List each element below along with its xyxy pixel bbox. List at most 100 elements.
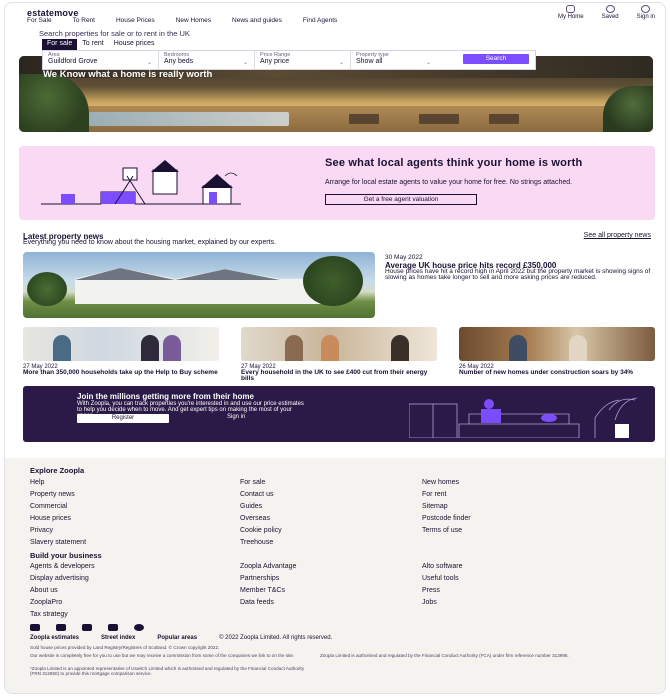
heart-icon	[605, 5, 615, 13]
tab-for-sale[interactable]: For sale	[42, 39, 78, 50]
hero-table	[489, 114, 519, 124]
bedrooms-value: Any beds	[164, 58, 194, 65]
footer-link[interactable]: Property news	[30, 491, 75, 498]
news-subheading: Everything you need to know about the ho…	[23, 239, 276, 246]
footer-link[interactable]: House prices	[30, 515, 71, 522]
footer-link[interactable]: Press	[422, 587, 440, 594]
user-nav: My Home Saved Sign in	[558, 5, 655, 20]
footer-link[interactable]: ZooplaPro	[30, 599, 62, 606]
footer-link[interactable]: Guides	[240, 503, 262, 510]
price-value: Any price	[260, 58, 290, 65]
tree	[303, 256, 363, 306]
footer-link[interactable]: Overseas	[240, 515, 270, 522]
street-index-link[interactable]: Street index	[101, 635, 135, 641]
feature-article-image[interactable]	[23, 252, 375, 318]
facebook-icon[interactable]	[30, 624, 40, 631]
youtube-icon[interactable]	[108, 624, 118, 631]
page: estatemove For Sale To Rent House Prices…	[4, 2, 666, 694]
price-select[interactable]: Price Range Any price ⌄	[255, 51, 351, 69]
hero-table	[419, 114, 459, 124]
property-type-select[interactable]: Property type Show all ⌄	[351, 51, 437, 69]
footer-link[interactable]: Privacy	[30, 527, 53, 534]
hero-plant	[603, 86, 653, 132]
footer-link[interactable]: Commercial	[30, 503, 67, 510]
footer-link[interactable]: Sitemap	[422, 503, 448, 510]
business-heading: Build your business	[30, 551, 102, 560]
person-figure	[285, 335, 303, 361]
popular-areas-link[interactable]: Popular areas	[157, 635, 197, 641]
legal-text: Our website is completely free for you t…	[30, 653, 295, 658]
person-figure	[321, 335, 339, 361]
register-button[interactable]: Register	[77, 414, 169, 423]
footer-link[interactable]: Agents & developers	[30, 563, 95, 570]
footer-link[interactable]: Member T&Cs	[240, 587, 285, 594]
footer-link[interactable]: Terms of use	[422, 527, 462, 534]
person-figure	[53, 335, 71, 361]
bedrooms-select[interactable]: Bedrooms Any beds ⌄	[159, 51, 255, 69]
news-card[interactable]: 27 May 2022 More than 350,000 households…	[23, 327, 219, 376]
valuation-subtitle: Arrange for local estate agents to value…	[325, 179, 573, 186]
person-figure	[163, 335, 181, 361]
footer-link[interactable]: Alto software	[422, 563, 462, 570]
roof-shape	[75, 268, 280, 280]
footer-link[interactable]: Postcode finder	[422, 515, 471, 522]
twitter-icon[interactable]	[56, 624, 66, 631]
zoopla-estimates-link[interactable]: Zoopla estimates	[30, 635, 79, 641]
search-tabs: For sale To rent House prices	[42, 39, 160, 50]
tab-to-rent[interactable]: To rent	[77, 39, 109, 50]
news-card[interactable]: 27 May 2022 Every household in the UK to…	[241, 327, 437, 382]
footer-link[interactable]: Treehouse	[240, 539, 273, 546]
site-header: estatemove For Sale To Rent House Prices…	[5, 3, 665, 27]
person-figure	[509, 335, 527, 361]
footer-link[interactable]: Partnerships	[240, 575, 279, 582]
footer-link[interactable]: Contact us	[240, 491, 273, 498]
area-field[interactable]: Area Guildford Grove ⌄	[43, 51, 159, 69]
legal-text: *Zoopla Limited is an appointed represen…	[30, 666, 304, 676]
chevron-down-icon: ⌄	[146, 60, 152, 66]
hero-pool	[89, 112, 289, 126]
footer-link[interactable]: Zoopla Advantage	[240, 563, 296, 570]
nav-news-guides[interactable]: News and guides	[232, 17, 282, 24]
footer-link[interactable]: Display advertising	[30, 575, 89, 582]
footer-link[interactable]: Data feeds	[240, 599, 274, 606]
sign-in-button[interactable]: Sign in	[227, 414, 245, 420]
property-type-value: Show all	[356, 58, 383, 65]
tab-house-prices[interactable]: House prices	[108, 39, 160, 50]
footer-link[interactable]: Useful tools	[422, 575, 459, 582]
nav-to-rent[interactable]: To Rent	[73, 17, 95, 24]
news-card[interactable]: 26 May 2022 Number of new homes under co…	[459, 327, 655, 376]
person-figure	[141, 335, 159, 361]
sign-in-link[interactable]: Sign in	[637, 5, 655, 20]
my-home-label: My Home	[557, 14, 584, 20]
nav-house-prices[interactable]: House Prices	[116, 17, 155, 24]
linkedin-icon[interactable]	[82, 624, 92, 631]
footer-link[interactable]: Cookie policy	[240, 527, 282, 534]
news-card-title: More than 350,000 households take up the…	[23, 369, 218, 376]
nav-new-homes[interactable]: New Homes	[176, 17, 211, 24]
search-button[interactable]: Search	[463, 54, 529, 64]
feature-date: 30 May 2022	[385, 254, 423, 261]
footer-link[interactable]: About us	[30, 587, 58, 594]
home-icon	[566, 5, 576, 13]
nav-find-agents[interactable]: Find Agents	[303, 17, 337, 24]
site-footer: Explore Zoopla Help Property news Commer…	[5, 458, 665, 693]
footer-link[interactable]: Help	[30, 479, 44, 486]
instagram-icon[interactable]	[134, 624, 144, 631]
copyright: © 2022 Zoopla Limited. All rights reserv…	[219, 635, 333, 641]
footer-link[interactable]: For sale	[240, 479, 265, 486]
footer-link[interactable]: New homes	[422, 479, 459, 486]
see-all-news-link[interactable]: See all property news	[584, 232, 651, 239]
footer-link[interactable]: Tax strategy	[30, 611, 68, 618]
saved-link[interactable]: Saved	[602, 5, 619, 20]
my-home-link[interactable]: My Home	[558, 5, 584, 20]
nav-for-sale[interactable]: For Sale	[27, 17, 52, 24]
hero-table	[349, 114, 379, 124]
person-figure	[391, 335, 409, 361]
free-valuation-button[interactable]: Get a free agent valuation	[325, 194, 477, 205]
footer-link[interactable]: Jobs	[422, 599, 437, 606]
footer-link[interactable]: For rent	[422, 491, 447, 498]
news-card-title: Every household in the UK to see £400 cu…	[241, 369, 428, 382]
person-figure	[569, 335, 587, 361]
social-links	[30, 624, 144, 631]
footer-link[interactable]: Slavery statement	[30, 539, 86, 546]
